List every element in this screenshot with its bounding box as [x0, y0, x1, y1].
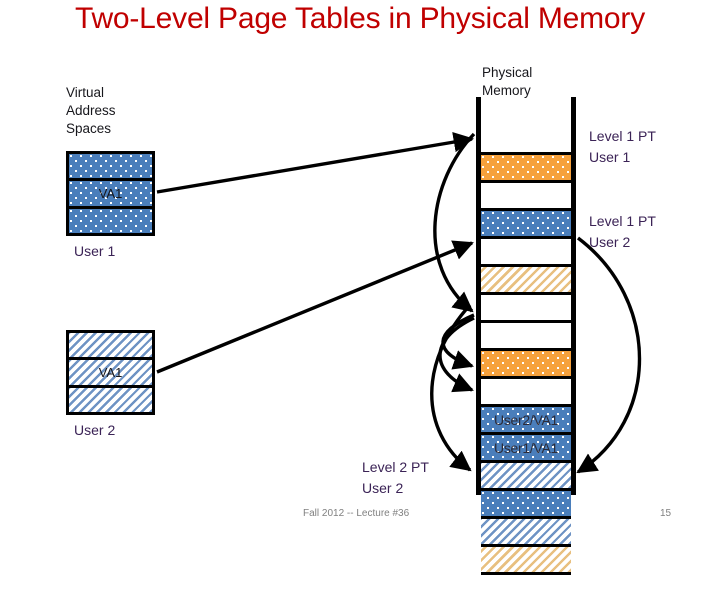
pm-row-5[interactable]	[481, 264, 571, 295]
pm-row-9[interactable]	[481, 376, 571, 407]
connector-overlay	[156, 131, 642, 474]
vas-box-user1[interactable]: VA1	[66, 151, 155, 236]
level1-pt-user2-label: Level 1 PT User 2	[589, 213, 656, 250]
pm-row-10[interactable]: User2/VA1	[481, 404, 571, 435]
physical-memory-right-rail	[571, 97, 576, 495]
arrow-user1-va1-to-pm-row-1	[156, 131, 475, 194]
pm-row-0[interactable]	[481, 127, 571, 155]
vas-box-user2[interactable]: VA1	[66, 330, 155, 415]
vas-user2-cell-2[interactable]	[69, 384, 152, 412]
level1-pt-user1-label: Level 1 PT User 1	[589, 128, 656, 165]
pm-row-16[interactable]	[481, 572, 571, 600]
pm-row-11-label: User1/VA1	[494, 439, 558, 456]
pm-row-13[interactable]	[481, 488, 571, 519]
pm-row-12[interactable]	[481, 460, 571, 491]
vas-user2-cell-va1[interactable]: VA1	[69, 357, 152, 385]
page-title: Two-Level Page Tables in Physical Memory	[74, 2, 646, 35]
pm-row-15[interactable]	[481, 544, 571, 575]
curve-level2-to-pm-row-15	[430, 303, 472, 472]
pm-row-6[interactable]	[481, 292, 571, 323]
pm-row-11[interactable]: User1/VA1	[481, 432, 571, 463]
pm-row-8[interactable]	[481, 348, 571, 379]
pm-row-14[interactable]	[481, 516, 571, 547]
pm-row-4[interactable]	[481, 236, 571, 267]
pm-row-1[interactable]	[481, 152, 571, 183]
vas-user1-caption: User 1	[74, 243, 116, 259]
vas-user1-cell-2[interactable]	[69, 205, 152, 233]
curve-right-pm-row-5-to-pm-row-15	[576, 236, 642, 474]
pm-row-7[interactable]	[481, 320, 571, 351]
virtual-address-spaces-label: Virtual Address Spaces	[66, 85, 116, 136]
slide-canvas: Two-Level Page Tables in Physical Memory…	[0, 0, 720, 600]
pm-row-3[interactable]	[481, 208, 571, 239]
vas-user2-cell-va1-label: VA1	[98, 364, 123, 380]
vas-user1-cell-va1-label: VA1	[98, 185, 123, 201]
arrow-user2-va1-to-pm-row-5	[156, 240, 474, 374]
physical-memory-label: Physical Memory	[482, 65, 533, 98]
pm-row-2[interactable]	[481, 180, 571, 211]
vas-user1-cell-va1[interactable]: VA1	[69, 178, 152, 206]
curve-right-pm-row-1-to-level1-user1	[578, 352, 634, 472]
level2-pt-user2-label: Level 2 PT User 2	[362, 459, 429, 496]
curve-pm-row-1-to-pm-row-8	[433, 132, 476, 313]
curve-pm-row-8-to-pm-row-11	[438, 316, 475, 393]
vas-user1-cell-0[interactable]	[69, 154, 152, 179]
vas-user2-cell-0[interactable]	[69, 333, 152, 358]
pm-row-10-label: User2/VA1	[494, 411, 558, 428]
footer-lecture-text: Fall 2012 -- Lecture #36	[303, 508, 410, 519]
footer-page-number: 15	[660, 508, 672, 519]
curve-pm-row-8-to-pm-row-10	[441, 313, 475, 370]
vas-user2-caption: User 2	[74, 422, 116, 438]
physical-memory-rows: User2/VA1 User1/VA1	[481, 127, 571, 600]
physical-memory-column[interactable]: User2/VA1 User1/VA1	[476, 97, 576, 600]
